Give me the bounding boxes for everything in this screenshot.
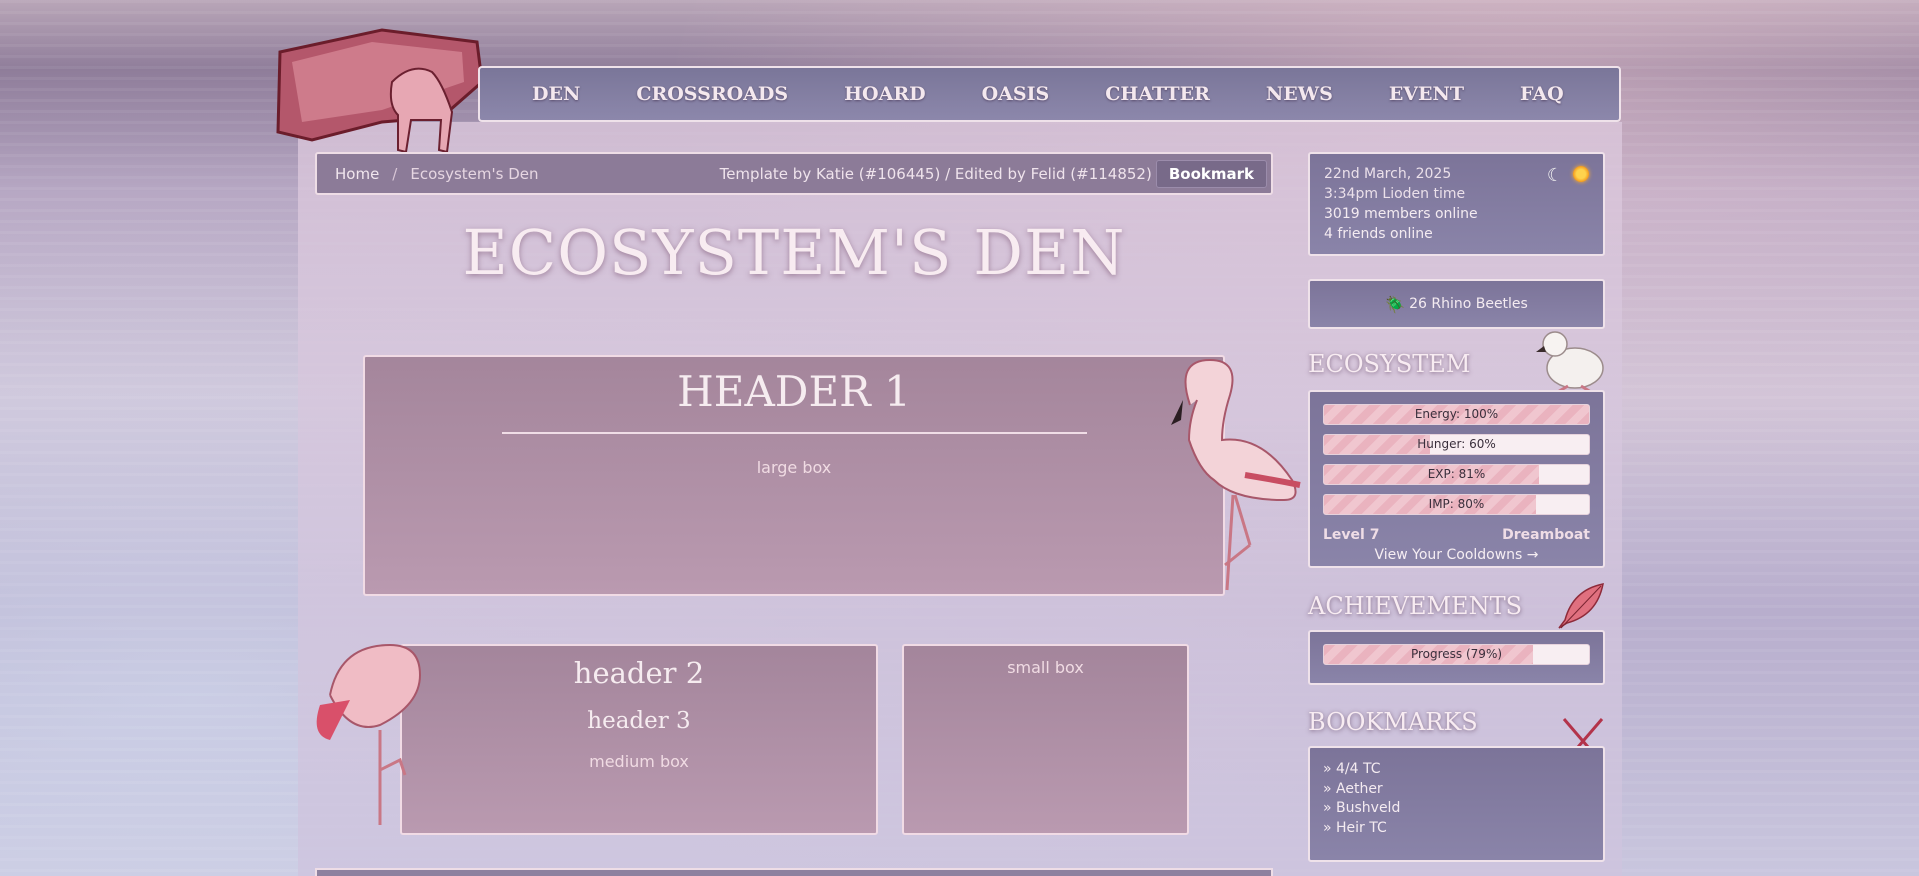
ecosystem-panel: Energy: 100% Hunger: 60% EXP: 81% IMP: 8… [1308, 390, 1605, 568]
bookmark-link[interactable]: » Bushveld [1323, 799, 1590, 819]
ecosystem-title: ECOSYSTEM [1308, 350, 1471, 378]
breadcrumb-home[interactable]: Home [335, 165, 379, 183]
status-label: Dreamboat [1502, 527, 1590, 543]
lioden-logo-icon [276, 28, 484, 154]
beetle-icon: 🪲 [1385, 294, 1406, 314]
breadcrumb-current: Ecosystem's Den [410, 164, 539, 183]
flamingo-standing-icon [1171, 358, 1301, 591]
energy-bar-label: Energy: 100% [1414, 407, 1499, 421]
bookmark-link[interactable]: » Aether [1323, 780, 1590, 800]
energy-bar: Energy: 100% [1323, 404, 1590, 425]
level-row: Level 7 Dreamboat [1323, 527, 1590, 543]
breadcrumb-separator: / [392, 164, 398, 183]
current-time: 3:34pm Lioden time [1324, 186, 1466, 202]
medium-box-text: medium box [589, 752, 689, 771]
hunger-bar: Hunger: 60% [1323, 434, 1590, 455]
bookmarks-title: BOOKMARKS [1308, 708, 1478, 736]
nav-news[interactable]: NEWS [1266, 83, 1333, 105]
nav-chatter[interactable]: CHATTER [1105, 83, 1210, 105]
info-panel: 22nd March, 2025 3:34pm Lioden time 3019… [1308, 152, 1605, 256]
flamingo-resting-icon [316, 643, 422, 825]
beetle-count: 26 Rhino Beetles [1409, 296, 1528, 312]
small-box: small box [902, 644, 1189, 835]
medium-box: header 2 header 3 medium box [400, 644, 878, 835]
nav-faq[interactable]: FAQ [1520, 83, 1564, 105]
level-label: Level 7 [1323, 527, 1380, 543]
bookmark-button[interactable]: Bookmark [1155, 159, 1267, 188]
cooldowns-link[interactable]: View Your Cooldowns → [1323, 547, 1590, 563]
header-2: header 2 [573, 656, 705, 690]
nav-crossroads[interactable]: CROSSROADS [636, 83, 788, 105]
nav-event[interactable]: EVENT [1389, 83, 1464, 105]
header-3: header 3 [587, 708, 691, 734]
bookmark-link[interactable]: » 4/4 TC [1323, 760, 1590, 780]
large-box-text: large box [756, 458, 832, 477]
nav-den[interactable]: DEN [532, 83, 580, 105]
achievement-progress-label: Progress (79%) [1410, 647, 1503, 661]
achievements-panel: Progress (79%) [1308, 630, 1605, 685]
sun-icon[interactable] [1573, 166, 1589, 182]
large-box: HEADER 1 large box [363, 355, 1225, 596]
exp-bar: EXP: 81% [1323, 464, 1590, 485]
divider [501, 432, 1087, 434]
friends-online[interactable]: 4 friends online [1324, 224, 1589, 244]
main-nav: DEN CROSSROADS HOARD OASIS CHATTER NEWS … [478, 66, 1621, 122]
nav-hoard[interactable]: HOARD [844, 83, 926, 105]
nav-oasis[interactable]: OASIS [982, 83, 1050, 105]
achievements-title: ACHIEVEMENTS [1308, 592, 1523, 620]
moon-icon[interactable]: ☾ [1547, 166, 1563, 186]
page-title: ECOSYSTEM'S DEN [462, 216, 1126, 289]
feather-icon [1558, 583, 1604, 629]
members-online[interactable]: 3019 members online [1324, 204, 1589, 224]
template-credit: Template by Katie (#106445) / Edited by … [719, 164, 1152, 183]
currency-panel: 🪲 26 Rhino Beetles [1308, 279, 1605, 329]
breadcrumb: Home / Ecosystem's Den Template by Katie… [315, 152, 1273, 195]
imp-bar-label: IMP: 80% [1428, 497, 1485, 511]
bookmarks-panel: » 4/4 TC » Aether » Bushveld » Heir TC [1308, 746, 1605, 862]
exp-bar-label: EXP: 81% [1427, 467, 1486, 481]
bookmark-link[interactable]: » Heir TC [1323, 819, 1590, 839]
site-logo[interactable] [272, 22, 492, 154]
footer-bar [315, 868, 1273, 876]
header-1: HEADER 1 [677, 367, 911, 416]
small-box-text: small box [1007, 658, 1084, 677]
imp-bar: IMP: 80% [1323, 494, 1590, 515]
hunger-bar-label: Hunger: 60% [1417, 437, 1496, 451]
achievement-progress-bar[interactable]: Progress (79%) [1323, 644, 1590, 665]
